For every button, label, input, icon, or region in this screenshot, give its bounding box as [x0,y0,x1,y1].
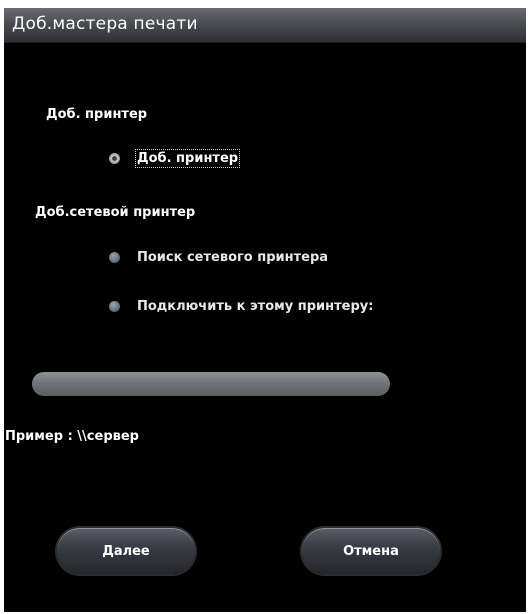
dialog-titlebar: Доб.мастера печати [4,8,526,43]
cancel-button-label: Отмена [343,543,399,559]
path-example-text: Пример : \\сервер [5,429,139,444]
radio-button-icon[interactable] [109,300,120,312]
radio-add-local-printer-label[interactable]: Доб. принтер [134,148,241,168]
next-button-label: Далее [102,543,150,559]
dialog-title: Доб.мастера печати [12,14,198,34]
next-button[interactable]: Далее [57,528,195,574]
radio-connect-to-printer-label[interactable]: Подключить к этому принтеру: [137,299,373,314]
radio-button-checked-icon[interactable] [109,152,120,164]
add-printer-wizard-dialog: Доб.мастера печати Доб. принтер Доб. при… [4,8,526,612]
radio-search-network-printer[interactable]: Поиск сетевого принтера [109,247,328,267]
radio-connect-to-printer[interactable]: Подключить к этому принтеру: [109,296,373,316]
radio-add-local-printer[interactable]: Доб. принтер [109,148,241,168]
radio-button-icon[interactable] [109,251,120,263]
network-printer-section-label: Доб.сетевой принтер [35,205,196,220]
cancel-button[interactable]: Отмена [302,528,440,574]
printer-path-input[interactable] [32,372,390,396]
radio-search-network-printer-label[interactable]: Поиск сетевого принтера [137,250,328,265]
local-printer-section-label: Доб. принтер [46,107,148,122]
